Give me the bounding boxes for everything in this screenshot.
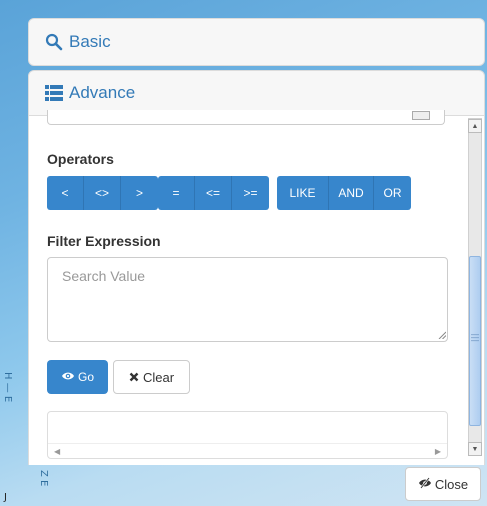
clear-button[interactable]: Clear [113, 360, 190, 394]
basic-panel-header[interactable]: Basic [28, 18, 485, 66]
operators-label: Operators [47, 151, 114, 167]
field-select[interactable] [47, 110, 445, 125]
select-handle[interactable] [412, 111, 430, 120]
go-button[interactable]: Go [47, 360, 108, 394]
scroll-left-icon[interactable]: ◀ [54, 447, 60, 456]
comparison-operators-group: < <> > [47, 176, 158, 210]
filter-expression-label: Filter Expression [47, 233, 161, 249]
horizontal-scrollbar[interactable]: ◀ ▶ [48, 443, 447, 458]
scroll-right-icon[interactable]: ▶ [435, 447, 441, 456]
vertical-scrollbar[interactable]: ▲ — — — ▼ [468, 116, 482, 458]
eye-slash-icon [418, 476, 432, 492]
advance-panel-body: Operators < <> > = <= >= LIKE AND OR Fil… [28, 110, 485, 465]
map-label-bottom: Z E [38, 470, 49, 487]
search-icon [45, 33, 63, 51]
op-and-button[interactable]: AND [329, 176, 374, 210]
scroll-up-icon[interactable]: ▲ [468, 119, 482, 133]
map-tick: J [4, 492, 7, 503]
close-button[interactable]: Close [405, 467, 481, 501]
filter-expression-input[interactable] [47, 257, 448, 342]
op-equal-button[interactable]: = [158, 176, 195, 210]
advance-panel-title: Advance [69, 83, 136, 102]
close-label: Close [434, 476, 469, 492]
clear-label: Clear [142, 369, 175, 385]
scroll-down-icon[interactable]: ▼ [468, 442, 482, 456]
x-icon [129, 370, 139, 385]
logical-operators-group: LIKE AND OR [277, 176, 411, 210]
op-like-button[interactable]: LIKE [277, 176, 329, 210]
results-box: ◀ ▶ [47, 411, 448, 459]
op-less-than-button[interactable]: < [47, 176, 84, 210]
eye-icon [61, 370, 75, 384]
go-label: Go [77, 370, 94, 384]
op-or-button[interactable]: OR [374, 176, 411, 210]
equality-operators-group: = <= >= [158, 176, 269, 210]
op-greater-equal-button[interactable]: >= [232, 176, 269, 210]
op-not-equal-button[interactable]: <> [84, 176, 121, 210]
op-greater-than-button[interactable]: > [121, 176, 158, 210]
op-less-equal-button[interactable]: <= [195, 176, 232, 210]
map-label-left: H — E [2, 372, 13, 403]
list-icon [45, 84, 63, 102]
basic-panel-title: Basic [69, 32, 111, 51]
scrollbar-grip-icon: — — — [471, 330, 479, 345]
